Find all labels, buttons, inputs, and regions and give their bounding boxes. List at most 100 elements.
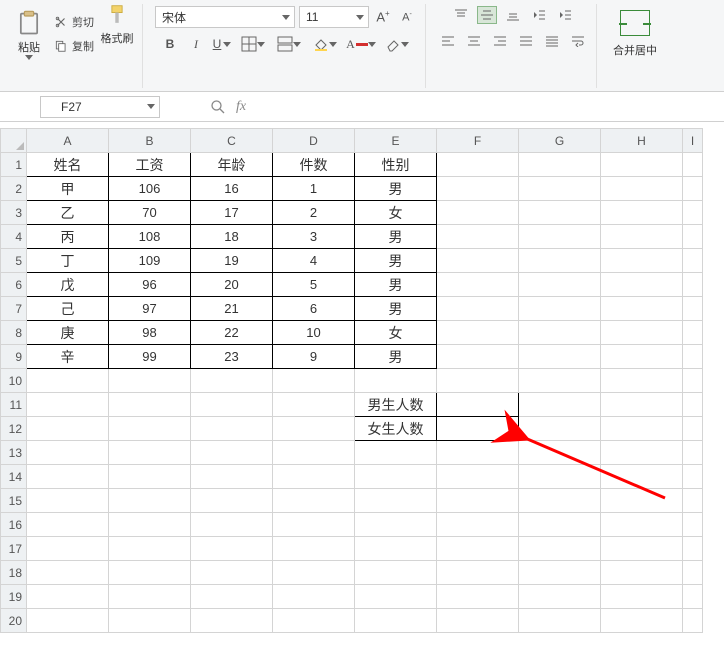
row-header-7[interactable]: 7 bbox=[1, 297, 27, 321]
summary-label-female[interactable]: 女生人数 bbox=[355, 417, 437, 441]
clear-format-button[interactable] bbox=[382, 34, 412, 54]
cell[interactable] bbox=[601, 537, 683, 561]
data-cell[interactable]: 96 bbox=[109, 273, 191, 297]
cell[interactable] bbox=[273, 561, 355, 585]
cell[interactable] bbox=[355, 609, 437, 633]
cell[interactable] bbox=[519, 393, 601, 417]
row-header-12[interactable]: 12 bbox=[1, 417, 27, 441]
cell[interactable] bbox=[519, 177, 601, 201]
data-cell[interactable]: 108 bbox=[109, 225, 191, 249]
increase-indent-button[interactable] bbox=[555, 6, 575, 24]
cell[interactable] bbox=[437, 441, 519, 465]
row-header-2[interactable]: 2 bbox=[1, 177, 27, 201]
align-bottom-button[interactable] bbox=[503, 6, 523, 24]
align-middle-button[interactable] bbox=[477, 6, 497, 24]
row-header-8[interactable]: 8 bbox=[1, 321, 27, 345]
cell-style-button[interactable] bbox=[274, 34, 304, 54]
border-button[interactable] bbox=[238, 34, 268, 54]
data-cell[interactable]: 19 bbox=[191, 249, 273, 273]
paste-button[interactable]: 粘贴 bbox=[10, 4, 48, 64]
cell[interactable] bbox=[519, 417, 601, 441]
data-cell[interactable]: 97 bbox=[109, 297, 191, 321]
merge-center-button[interactable]: 合并居中 bbox=[609, 4, 661, 64]
cell[interactable] bbox=[355, 369, 437, 393]
header-cell[interactable]: 件数 bbox=[273, 153, 355, 177]
data-cell[interactable]: 22 bbox=[191, 321, 273, 345]
cell[interactable] bbox=[27, 585, 109, 609]
row-header-13[interactable]: 13 bbox=[1, 441, 27, 465]
cell[interactable] bbox=[683, 249, 703, 273]
row-header-17[interactable]: 17 bbox=[1, 537, 27, 561]
align-top-button[interactable] bbox=[451, 6, 471, 24]
cell[interactable] bbox=[601, 177, 683, 201]
column-header-I[interactable]: I bbox=[683, 129, 703, 153]
format-painter-button[interactable]: 格式刷 bbox=[100, 4, 134, 64]
cell[interactable] bbox=[683, 489, 703, 513]
align-center-button[interactable] bbox=[464, 32, 484, 50]
cell[interactable] bbox=[601, 273, 683, 297]
row-header-3[interactable]: 3 bbox=[1, 201, 27, 225]
cell[interactable] bbox=[601, 201, 683, 225]
cell[interactable] bbox=[191, 441, 273, 465]
cell[interactable] bbox=[27, 513, 109, 537]
cell[interactable] bbox=[683, 585, 703, 609]
cell[interactable] bbox=[683, 465, 703, 489]
cell[interactable] bbox=[601, 369, 683, 393]
cell[interactable] bbox=[601, 249, 683, 273]
data-cell[interactable]: 己 bbox=[27, 297, 109, 321]
cell[interactable] bbox=[437, 321, 519, 345]
cell[interactable] bbox=[273, 537, 355, 561]
cell[interactable] bbox=[355, 489, 437, 513]
cell[interactable] bbox=[601, 561, 683, 585]
font-size-dropdown[interactable]: 11 bbox=[299, 6, 369, 28]
data-cell[interactable]: 甲 bbox=[27, 177, 109, 201]
cell[interactable] bbox=[109, 513, 191, 537]
cell[interactable] bbox=[601, 393, 683, 417]
cell[interactable] bbox=[437, 585, 519, 609]
select-all-corner[interactable] bbox=[1, 129, 27, 153]
column-header-E[interactable]: E bbox=[355, 129, 437, 153]
cell[interactable] bbox=[519, 297, 601, 321]
cell[interactable] bbox=[683, 369, 703, 393]
cell[interactable] bbox=[109, 561, 191, 585]
cell[interactable] bbox=[519, 225, 601, 249]
data-cell[interactable]: 男 bbox=[355, 177, 437, 201]
row-header-9[interactable]: 9 bbox=[1, 345, 27, 369]
cell[interactable] bbox=[601, 225, 683, 249]
cell[interactable] bbox=[27, 537, 109, 561]
cell[interactable] bbox=[519, 537, 601, 561]
cell[interactable] bbox=[355, 465, 437, 489]
data-cell[interactable]: 20 bbox=[191, 273, 273, 297]
row-header-19[interactable]: 19 bbox=[1, 585, 27, 609]
increase-font-button[interactable]: A+ bbox=[373, 7, 393, 27]
cell[interactable] bbox=[437, 561, 519, 585]
data-cell[interactable]: 10 bbox=[273, 321, 355, 345]
cell[interactable] bbox=[191, 561, 273, 585]
data-cell[interactable]: 男 bbox=[355, 225, 437, 249]
cell[interactable] bbox=[109, 537, 191, 561]
name-box[interactable]: F27 bbox=[40, 96, 160, 118]
cell[interactable] bbox=[683, 297, 703, 321]
cell[interactable] bbox=[437, 465, 519, 489]
data-cell[interactable]: 3 bbox=[273, 225, 355, 249]
cell[interactable] bbox=[601, 489, 683, 513]
fx-icon[interactable]: fx bbox=[236, 99, 246, 115]
cell[interactable] bbox=[437, 297, 519, 321]
cell[interactable] bbox=[519, 345, 601, 369]
align-distribute-button[interactable] bbox=[542, 32, 562, 50]
cell[interactable] bbox=[683, 273, 703, 297]
cell[interactable] bbox=[191, 609, 273, 633]
data-cell[interactable]: 男 bbox=[355, 273, 437, 297]
fill-color-button[interactable] bbox=[310, 34, 340, 54]
cell[interactable] bbox=[273, 369, 355, 393]
data-cell[interactable]: 5 bbox=[273, 273, 355, 297]
cell[interactable] bbox=[519, 585, 601, 609]
cell[interactable] bbox=[601, 585, 683, 609]
data-cell[interactable]: 丁 bbox=[27, 249, 109, 273]
cell[interactable] bbox=[355, 537, 437, 561]
data-cell[interactable]: 106 bbox=[109, 177, 191, 201]
cell[interactable] bbox=[109, 585, 191, 609]
header-cell[interactable]: 年龄 bbox=[191, 153, 273, 177]
column-header-H[interactable]: H bbox=[601, 129, 683, 153]
cell[interactable] bbox=[437, 201, 519, 225]
